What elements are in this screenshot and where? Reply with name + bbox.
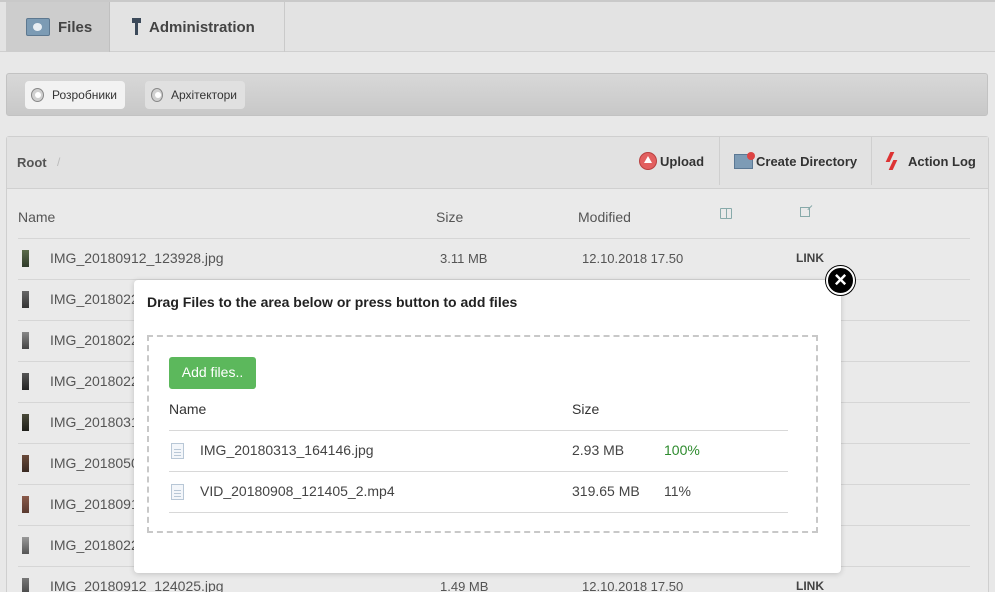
top-nav: Files Administration [0, 0, 995, 52]
upload-dialog: Drag Files to the area below or press bu… [134, 280, 841, 573]
upload-row: IMG_20180313_164146.jpg 2.93 MB 100% [169, 431, 788, 472]
file-link[interactable]: LINK [796, 251, 824, 265]
external-link-icon [800, 207, 810, 217]
create-directory-button[interactable]: Create Directory [719, 137, 857, 185]
tab-files-label: Files [58, 18, 93, 36]
group-label: Архітектори [170, 88, 237, 102]
upload-header-name: Name [169, 401, 207, 417]
image-thumbnail [22, 537, 29, 554]
column-header-size[interactable]: Size [436, 209, 463, 225]
upload-icon [639, 152, 657, 170]
upload-label: Upload [660, 153, 705, 169]
file-name[interactable]: IMG_2018091 [50, 496, 139, 512]
file-modified: 12.10.2018 17.50 [582, 251, 684, 266]
tab-files[interactable]: Files [6, 2, 110, 52]
file-icon [171, 484, 184, 500]
tab-administration-label: Administration [149, 18, 255, 36]
file-name[interactable]: IMG_2018022 [50, 332, 139, 348]
tab-administration[interactable]: Administration [111, 2, 285, 52]
book-icon [720, 208, 732, 219]
admin-icon [131, 18, 141, 36]
add-files-button[interactable]: Add files.. [169, 357, 256, 389]
upload-file-size: 2.93 MB [572, 442, 625, 458]
file-modified: 12.10.2018 17.50 [582, 579, 684, 592]
file-name[interactable]: IMG_2018031 [50, 414, 139, 430]
close-icon[interactable]: × [826, 266, 855, 295]
image-thumbnail [22, 455, 29, 472]
upload-progress: 100% [664, 442, 700, 458]
group-label: Розробники [51, 88, 117, 102]
disk-icon [31, 88, 44, 102]
file-size: 1.49 MB [440, 579, 489, 592]
disk-icon [151, 88, 163, 102]
upload-row: VID_20180908_121405_2.mp4 319.65 MB 11% [169, 472, 788, 513]
drop-zone[interactable]: Add files.. Name Size IMG_20180313_16414… [147, 335, 818, 533]
file-name[interactable]: IMG_20180912_124025.jpg [50, 578, 224, 592]
group-bar: Розробники Архітектори [6, 73, 988, 116]
image-thumbnail [22, 373, 29, 390]
upload-file-list: IMG_20180313_164146.jpg 2.93 MB 100% VID… [169, 430, 788, 513]
breadcrumb-separator: / [57, 155, 61, 169]
upload-file-name: VID_20180908_121405_2.mp4 [200, 483, 395, 499]
file-icon [171, 443, 184, 459]
column-header-name[interactable]: Name [18, 209, 55, 225]
group-button-architects[interactable]: Архітектори [145, 81, 245, 109]
file-size: 3.11 MB [440, 251, 488, 266]
image-thumbnail [22, 332, 29, 349]
image-thumbnail [22, 496, 29, 513]
file-name[interactable]: IMG_2018022 [50, 291, 139, 307]
lightning-icon [886, 152, 900, 170]
files-icon [26, 18, 50, 36]
breadcrumb-root[interactable]: Root [17, 155, 47, 170]
upload-header-size: Size [572, 401, 600, 417]
file-name[interactable]: IMG_2018022 [50, 373, 139, 389]
group-button-developers[interactable]: Розробники [25, 81, 125, 109]
create-directory-label: Create Directory [756, 153, 858, 169]
upload-file-name: IMG_20180313_164146.jpg [200, 442, 374, 458]
image-thumbnail [22, 291, 29, 308]
action-log-button[interactable]: Action Log [871, 137, 976, 185]
upload-file-size: 319.65 MB [572, 483, 640, 499]
file-name[interactable]: IMG_2018022 [50, 537, 139, 553]
upload-dialog-title: Drag Files to the area below or press bu… [147, 294, 518, 310]
panel-toolbar: Root / Upload Create Directory Action Lo… [7, 137, 988, 189]
upload-button[interactable]: Upload [639, 137, 704, 185]
image-thumbnail [22, 250, 29, 267]
column-header-modified[interactable]: Modified [578, 209, 631, 225]
file-link[interactable]: LINK [796, 579, 824, 592]
file-name[interactable]: IMG_2018050 [50, 455, 139, 471]
upload-progress: 11% [664, 483, 691, 499]
image-thumbnail [22, 414, 29, 431]
image-thumbnail [22, 578, 29, 592]
action-log-label: Action Log [908, 153, 976, 169]
file-name[interactable]: IMG_20180912_123928.jpg [50, 250, 224, 266]
folder-add-icon [734, 151, 755, 169]
